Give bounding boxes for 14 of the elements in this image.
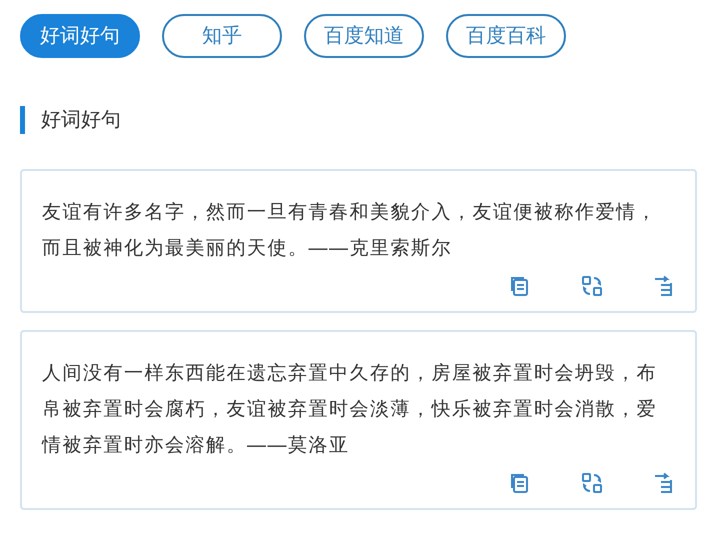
tab[interactable]: 百度知道 bbox=[304, 14, 424, 58]
indent-icon[interactable] bbox=[653, 472, 675, 494]
tab[interactable]: 好词好句 bbox=[20, 14, 140, 58]
quote-text: 友谊有许多名字，然而一旦有青春和美貌介入，友谊便被称作爱情，而且被神化为最美丽的天使。——克里索斯尔 bbox=[41, 200, 658, 261]
copy-icon[interactable] bbox=[509, 275, 531, 297]
indent-icon[interactable] bbox=[653, 275, 675, 297]
quote-text: 人间没有一样东西能在遗忘弃置中久存的，房屋被弃置时会坍毁，布帛被弃置时会腐朽，友谊被弃置时会淡薄，快乐被弃置时会消散，爱情被弃置时亦会溶解。——莫洛亚 bbox=[40, 362, 658, 458]
copy-icon[interactable] bbox=[509, 472, 531, 494]
rotate-icon[interactable] bbox=[581, 472, 603, 494]
section-marker bbox=[20, 106, 25, 134]
tab[interactable]: 知乎 bbox=[162, 14, 282, 58]
tab[interactable]: 百度百科 bbox=[446, 14, 566, 58]
section-title: 好词好句 bbox=[41, 108, 121, 133]
rotate-icon[interactable] bbox=[581, 275, 603, 297]
